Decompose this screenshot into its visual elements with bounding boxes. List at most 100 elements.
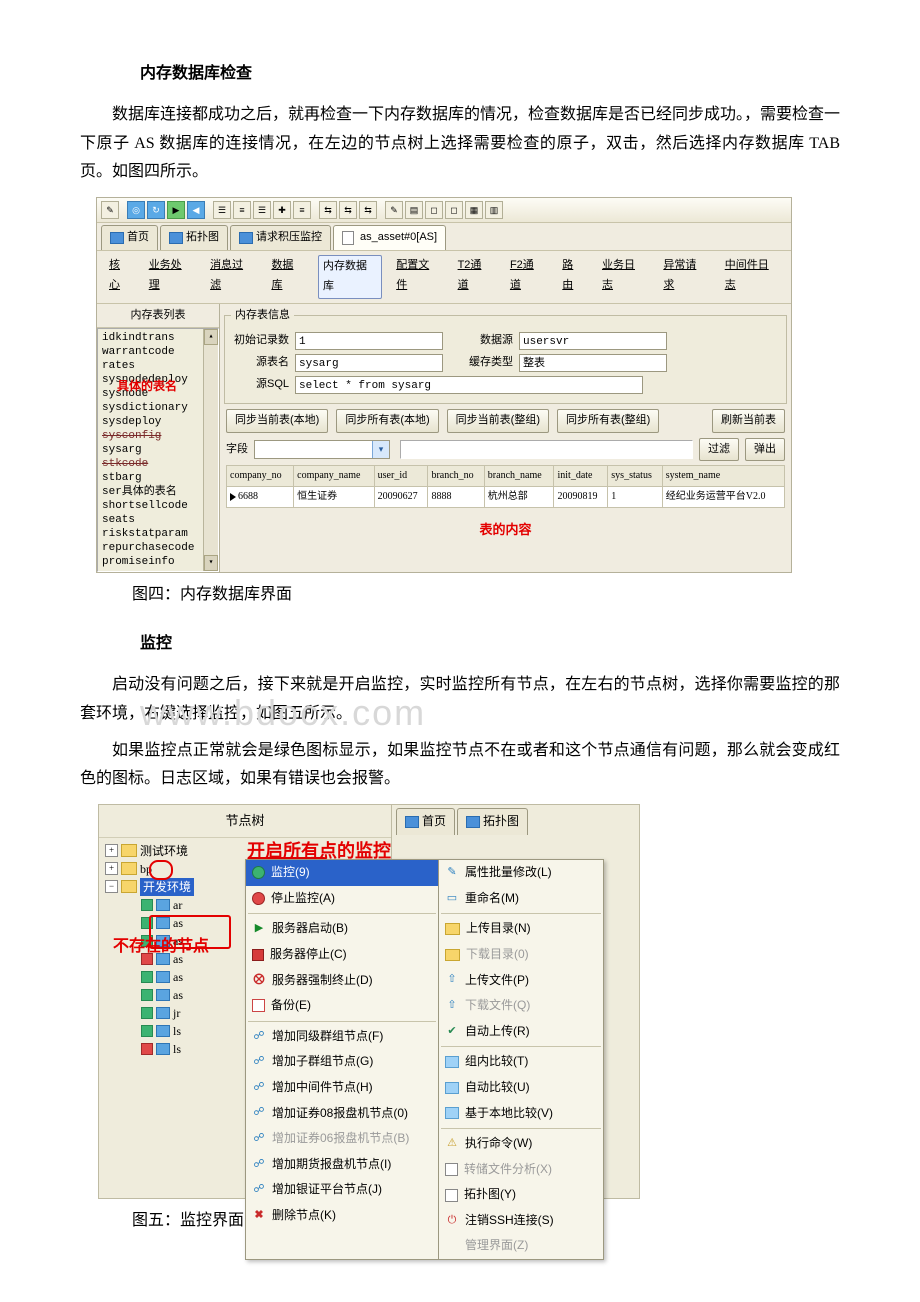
list-item[interactable]: riskstatparam [102, 527, 218, 541]
filter-input[interactable] [400, 440, 693, 459]
menu-item[interactable]: ⨂服务器强制终止(D) [246, 968, 438, 994]
toolbar-icon[interactable]: ☰ [213, 201, 231, 219]
menu-item[interactable]: 服务器停止(C) [246, 942, 438, 968]
tree-node[interactable]: 测试环境 [140, 842, 188, 860]
menu-item[interactable]: ⇧上传文件(P) [439, 968, 603, 994]
list-item[interactable]: stkcode [102, 457, 218, 471]
toolbar-icon[interactable]: ↻ [147, 201, 165, 219]
toolbar-icon[interactable]: ≡ [233, 201, 251, 219]
menu-item[interactable]: 拓扑图(Y) [439, 1182, 603, 1208]
menu-item[interactable]: ✖删除节点(K) [246, 1203, 438, 1229]
subtab[interactable]: 消息过滤 [206, 255, 257, 299]
menu-item[interactable]: 组内比较(T) [439, 1049, 603, 1075]
chevron-down-icon[interactable]: ▾ [372, 441, 389, 458]
list-item[interactable]: sysdeploy [102, 415, 218, 429]
field-combo[interactable]: ▾ [254, 440, 390, 459]
tree-node-selected[interactable]: 开发环境 [140, 878, 194, 896]
list-item[interactable]: ser具体的表名 [102, 485, 218, 499]
subtab[interactable]: 核心 [105, 255, 135, 299]
tab-home[interactable]: 首页 [396, 808, 455, 835]
tab-topo[interactable]: 拓扑图 [457, 808, 528, 835]
toolbar-icon[interactable]: ◎ [127, 201, 145, 219]
tab-home[interactable]: 首页 [101, 225, 158, 250]
subtab[interactable]: T2通道 [454, 255, 496, 299]
menu-item[interactable]: ☍增加证券08报盘机节点(0) [246, 1101, 438, 1127]
menu-item[interactable]: ▭重命名(M) [439, 886, 603, 912]
toolbar-icon[interactable]: ✎ [385, 201, 403, 219]
subtab[interactable]: 异常请求 [659, 255, 710, 299]
list-item[interactable]: repurchasecode [102, 541, 218, 555]
subtab[interactable]: 业务日志 [598, 255, 649, 299]
subtab[interactable]: 内存数据库 [318, 255, 382, 299]
input-srcsql[interactable]: select * from sysarg [295, 376, 643, 394]
mem-table-list[interactable]: idkindtranswarrantcoderatessysnodedeploy… [97, 328, 219, 572]
toolbar-icon[interactable]: ⇆ [359, 201, 377, 219]
menu-item[interactable]: ▶服务器启动(B) [246, 916, 438, 942]
sync-button[interactable]: 同步所有表(整组) [557, 409, 659, 433]
menu-item[interactable]: ✎属性批量修改(L) [439, 860, 603, 886]
list-item[interactable]: sysarg [102, 443, 218, 457]
list-item[interactable]: warrantcode [102, 345, 218, 359]
menu-item[interactable]: ☍增加中间件节点(H) [246, 1075, 438, 1101]
toolbar-icon[interactable]: ◻ [425, 201, 443, 219]
tree-leaf[interactable]: as [173, 986, 183, 1004]
tree-leaf[interactable]: as [173, 968, 183, 986]
list-item[interactable]: promiseinfo [102, 555, 218, 569]
list-item[interactable]: rates [102, 359, 218, 373]
menu-item[interactable]: 监控(9) [246, 860, 438, 886]
list-item[interactable]: stbarg [102, 471, 218, 485]
toolbar-icon[interactable]: ⇆ [339, 201, 357, 219]
input-cachetype[interactable]: 整表 [519, 354, 667, 372]
tab-topo[interactable]: 拓扑图 [160, 225, 228, 250]
toolbar-icon[interactable]: ✎ [101, 201, 119, 219]
toolbar-icon[interactable]: ☰ [253, 201, 271, 219]
menu-item[interactable]: 停止监控(A) [246, 886, 438, 912]
toolbar-icon[interactable]: ≡ [293, 201, 311, 219]
input-datasource[interactable]: usersvr [519, 332, 667, 350]
tree-leaf[interactable]: ls [173, 1040, 181, 1058]
menu-item[interactable]: ☍增加银证平台节点(J) [246, 1177, 438, 1203]
tab-reqmon[interactable]: 请求积压监控 [230, 225, 331, 250]
filter-button[interactable]: 过滤 [699, 438, 739, 462]
subtab[interactable]: 路由 [558, 255, 588, 299]
tab-asset[interactable]: as_asset#0[AS] [333, 225, 446, 250]
scroll-up-icon[interactable]: ▴ [204, 329, 218, 345]
toolbar-icon[interactable]: ▶ [167, 201, 185, 219]
menu-item[interactable]: 备份(E) [246, 993, 438, 1019]
list-item[interactable]: seats [102, 513, 218, 527]
subtab[interactable]: F2通道 [506, 255, 548, 299]
scrollbar[interactable]: ▴ ▾ [203, 329, 218, 571]
toolbar-icon[interactable]: ▥ [485, 201, 503, 219]
list-item[interactable]: shortsellcode [102, 499, 218, 513]
tree-leaf[interactable]: ar [173, 896, 182, 914]
toolbar-icon[interactable]: ✚ [273, 201, 291, 219]
sync-button[interactable]: 刷新当前表 [712, 409, 785, 433]
menu-item[interactable]: 上传目录(N) [439, 916, 603, 942]
input-srctable[interactable]: sysarg [295, 354, 443, 372]
expander-icon[interactable]: + [105, 862, 118, 875]
toolbar-icon[interactable]: ◻ [445, 201, 463, 219]
toolbar-icon[interactable]: ◀ [187, 201, 205, 219]
menu-item[interactable]: ☍增加期货报盘机节点(I) [246, 1152, 438, 1178]
list-item[interactable]: sysdictionary [102, 401, 218, 415]
popout-button[interactable]: 弹出 [745, 438, 785, 462]
menu-item[interactable]: 基于本地比较(V) [439, 1101, 603, 1127]
subtab[interactable]: 中间件日志 [721, 255, 783, 299]
menu-item[interactable]: 自动比较(U) [439, 1075, 603, 1101]
toolbar-icon[interactable]: ▤ [405, 201, 423, 219]
toolbar-icon[interactable]: ▦ [465, 201, 483, 219]
sync-button[interactable]: 同步当前表(本地) [226, 409, 328, 433]
expander-icon[interactable]: + [105, 844, 118, 857]
list-item[interactable]: sysconfig [102, 429, 218, 443]
expander-icon[interactable]: − [105, 880, 118, 893]
subtab[interactable]: 配置文件 [392, 255, 443, 299]
input-initcount[interactable]: 1 [295, 332, 443, 350]
subtab[interactable]: 业务处理 [145, 255, 196, 299]
list-item[interactable]: idkindtrans [102, 331, 218, 345]
tree-leaf[interactable]: ls [173, 1022, 181, 1040]
menu-item[interactable]: ☍增加同级群组节点(F) [246, 1024, 438, 1050]
subtab[interactable]: 数据库 [267, 255, 308, 299]
tree-leaf[interactable]: jr [173, 1004, 180, 1022]
sync-button[interactable]: 同步所有表(本地) [336, 409, 438, 433]
scroll-down-icon[interactable]: ▾ [204, 555, 218, 571]
